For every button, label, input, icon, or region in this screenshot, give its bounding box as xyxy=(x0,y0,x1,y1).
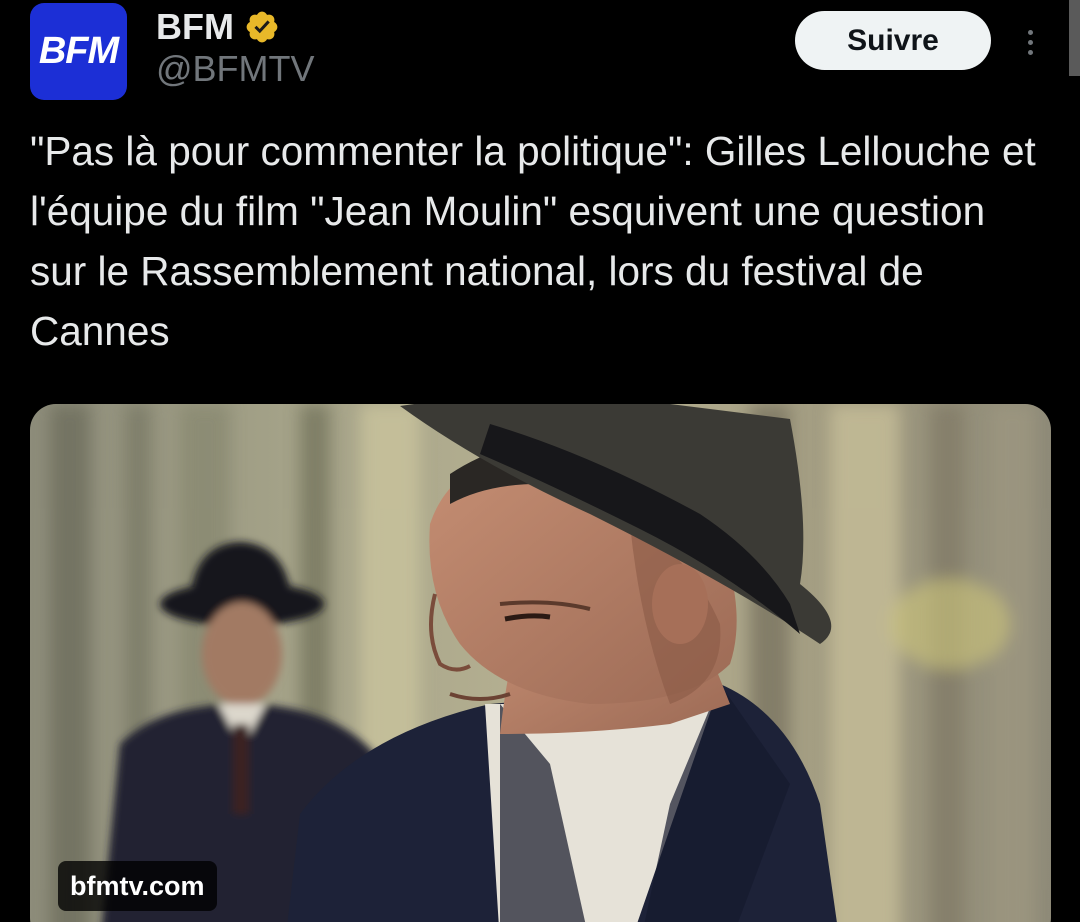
scrollbar-thumb[interactable] xyxy=(1069,0,1080,76)
more-dot xyxy=(1027,39,1033,45)
more-vertical-icon[interactable] xyxy=(1015,22,1045,62)
tweet-card: BFM BFM @BFMTV Suivre "Pas là pour comme… xyxy=(0,0,1080,922)
avatar-logo-text: BFM xyxy=(38,30,119,72)
more-dot xyxy=(1027,29,1033,35)
link-preview-card[interactable] xyxy=(30,404,1051,922)
author-name-row: BFM xyxy=(156,6,280,48)
author-handle[interactable]: @BFMTV xyxy=(156,48,315,90)
article-thumbnail-image xyxy=(30,404,1051,922)
tweet-text: "Pas là pour commenter la politique": Gi… xyxy=(30,128,1036,354)
author-avatar[interactable]: BFM xyxy=(30,3,127,100)
more-dot xyxy=(1027,49,1033,55)
follow-button[interactable]: Suivre xyxy=(795,11,991,70)
gold-verified-badge-icon xyxy=(246,11,278,43)
author-display-name[interactable]: BFM xyxy=(156,6,234,48)
link-domain-badge: bfmtv.com xyxy=(58,861,217,911)
